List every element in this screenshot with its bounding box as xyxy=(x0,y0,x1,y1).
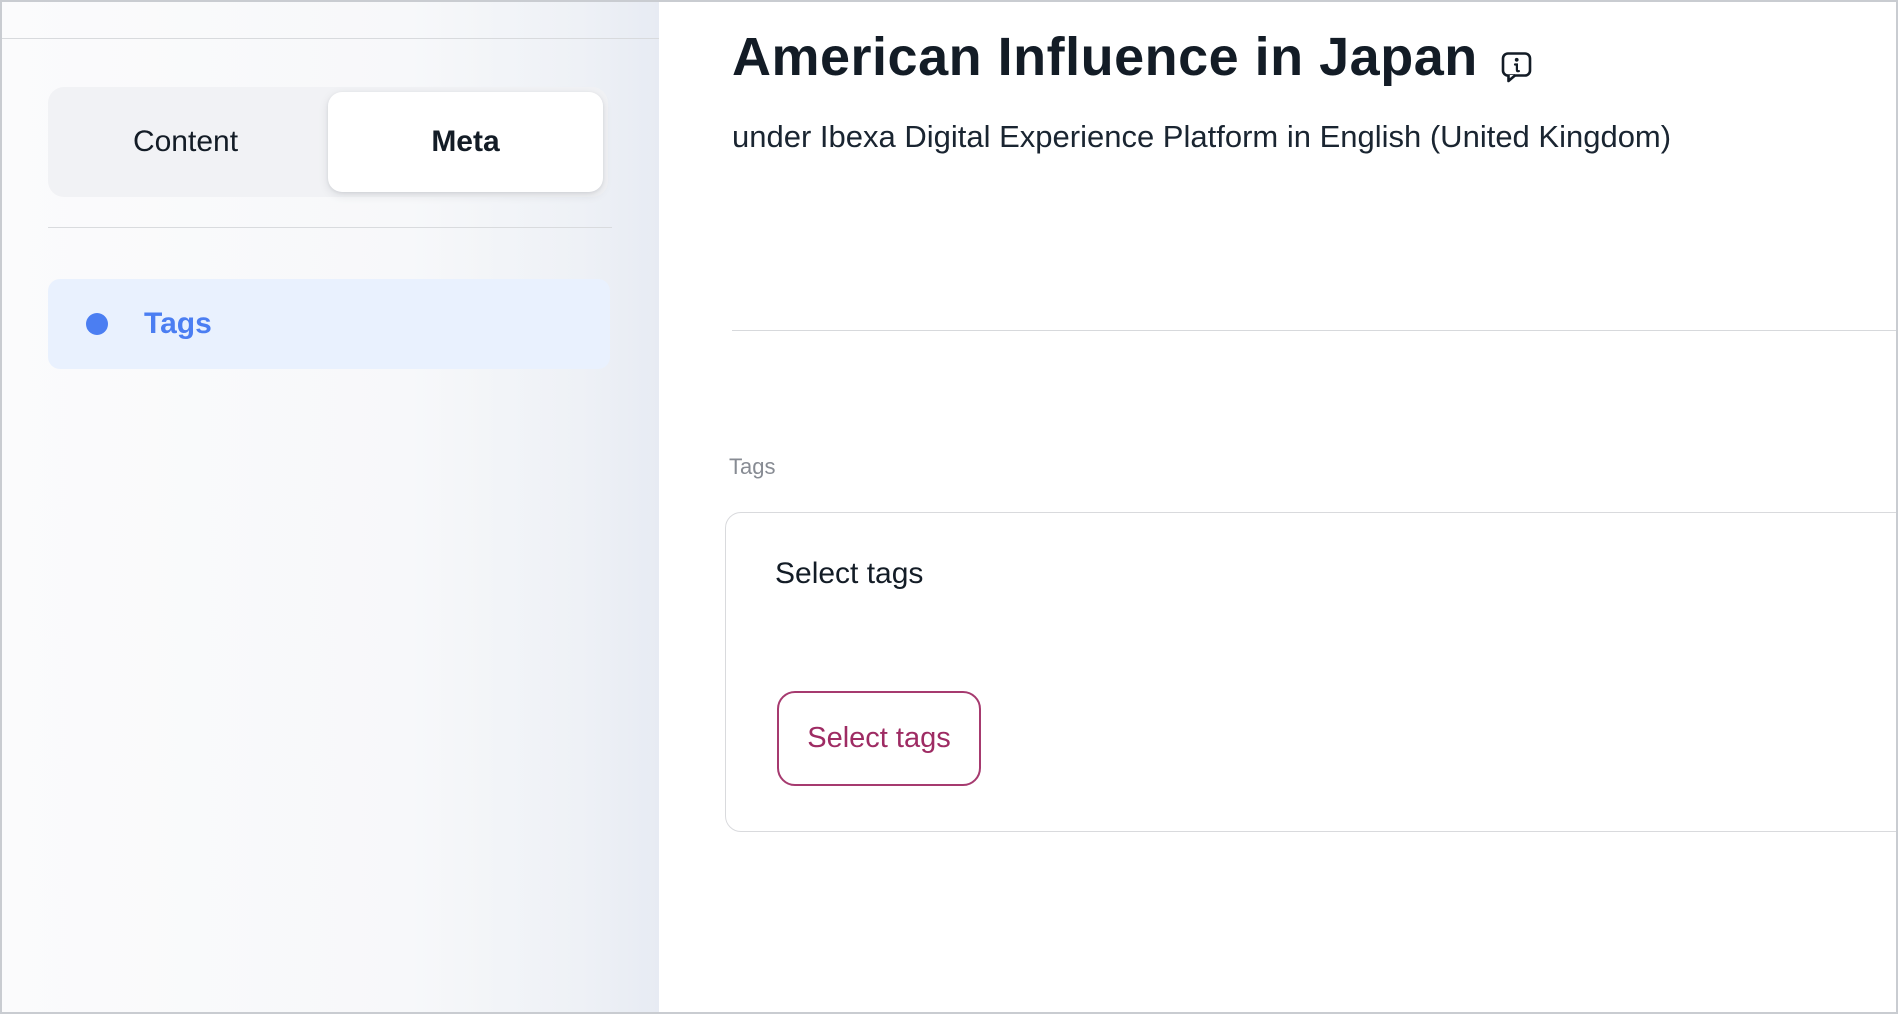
sidebar-item-tags[interactable]: Tags xyxy=(48,279,610,369)
select-tags-label: Select tags xyxy=(775,557,923,591)
tab-content[interactable]: Content xyxy=(48,87,323,197)
tab-meta[interactable]: Meta xyxy=(328,92,603,192)
info-tooltip-icon[interactable] xyxy=(1500,50,1534,84)
sidebar-item-label: Tags xyxy=(144,307,212,341)
content-edit-window: { "sidebar": { "tabs": [ { "label": "Con… xyxy=(0,0,1898,1014)
title-row: American Influence in Japan xyxy=(732,26,1876,88)
select-tags-button[interactable]: Select tags xyxy=(777,691,981,786)
page-title: American Influence in Japan xyxy=(732,26,1478,88)
anchor-sidebar: Content Meta Tags xyxy=(2,2,659,1012)
location-subtitle: under Ibexa Digital Experience Platform … xyxy=(732,119,1671,155)
active-dot-icon xyxy=(86,313,108,335)
sidebar-divider xyxy=(48,227,612,228)
sidebar-top-divider xyxy=(2,38,659,39)
content-meta-tab-toggle: Content Meta xyxy=(48,87,608,197)
header-divider xyxy=(732,330,1896,331)
tags-field-group: Select tags Select tags xyxy=(725,512,1896,832)
edit-main-area: American Influence in Japan under Ibexa … xyxy=(659,2,1896,1012)
tags-field-label: Tags xyxy=(729,454,775,480)
